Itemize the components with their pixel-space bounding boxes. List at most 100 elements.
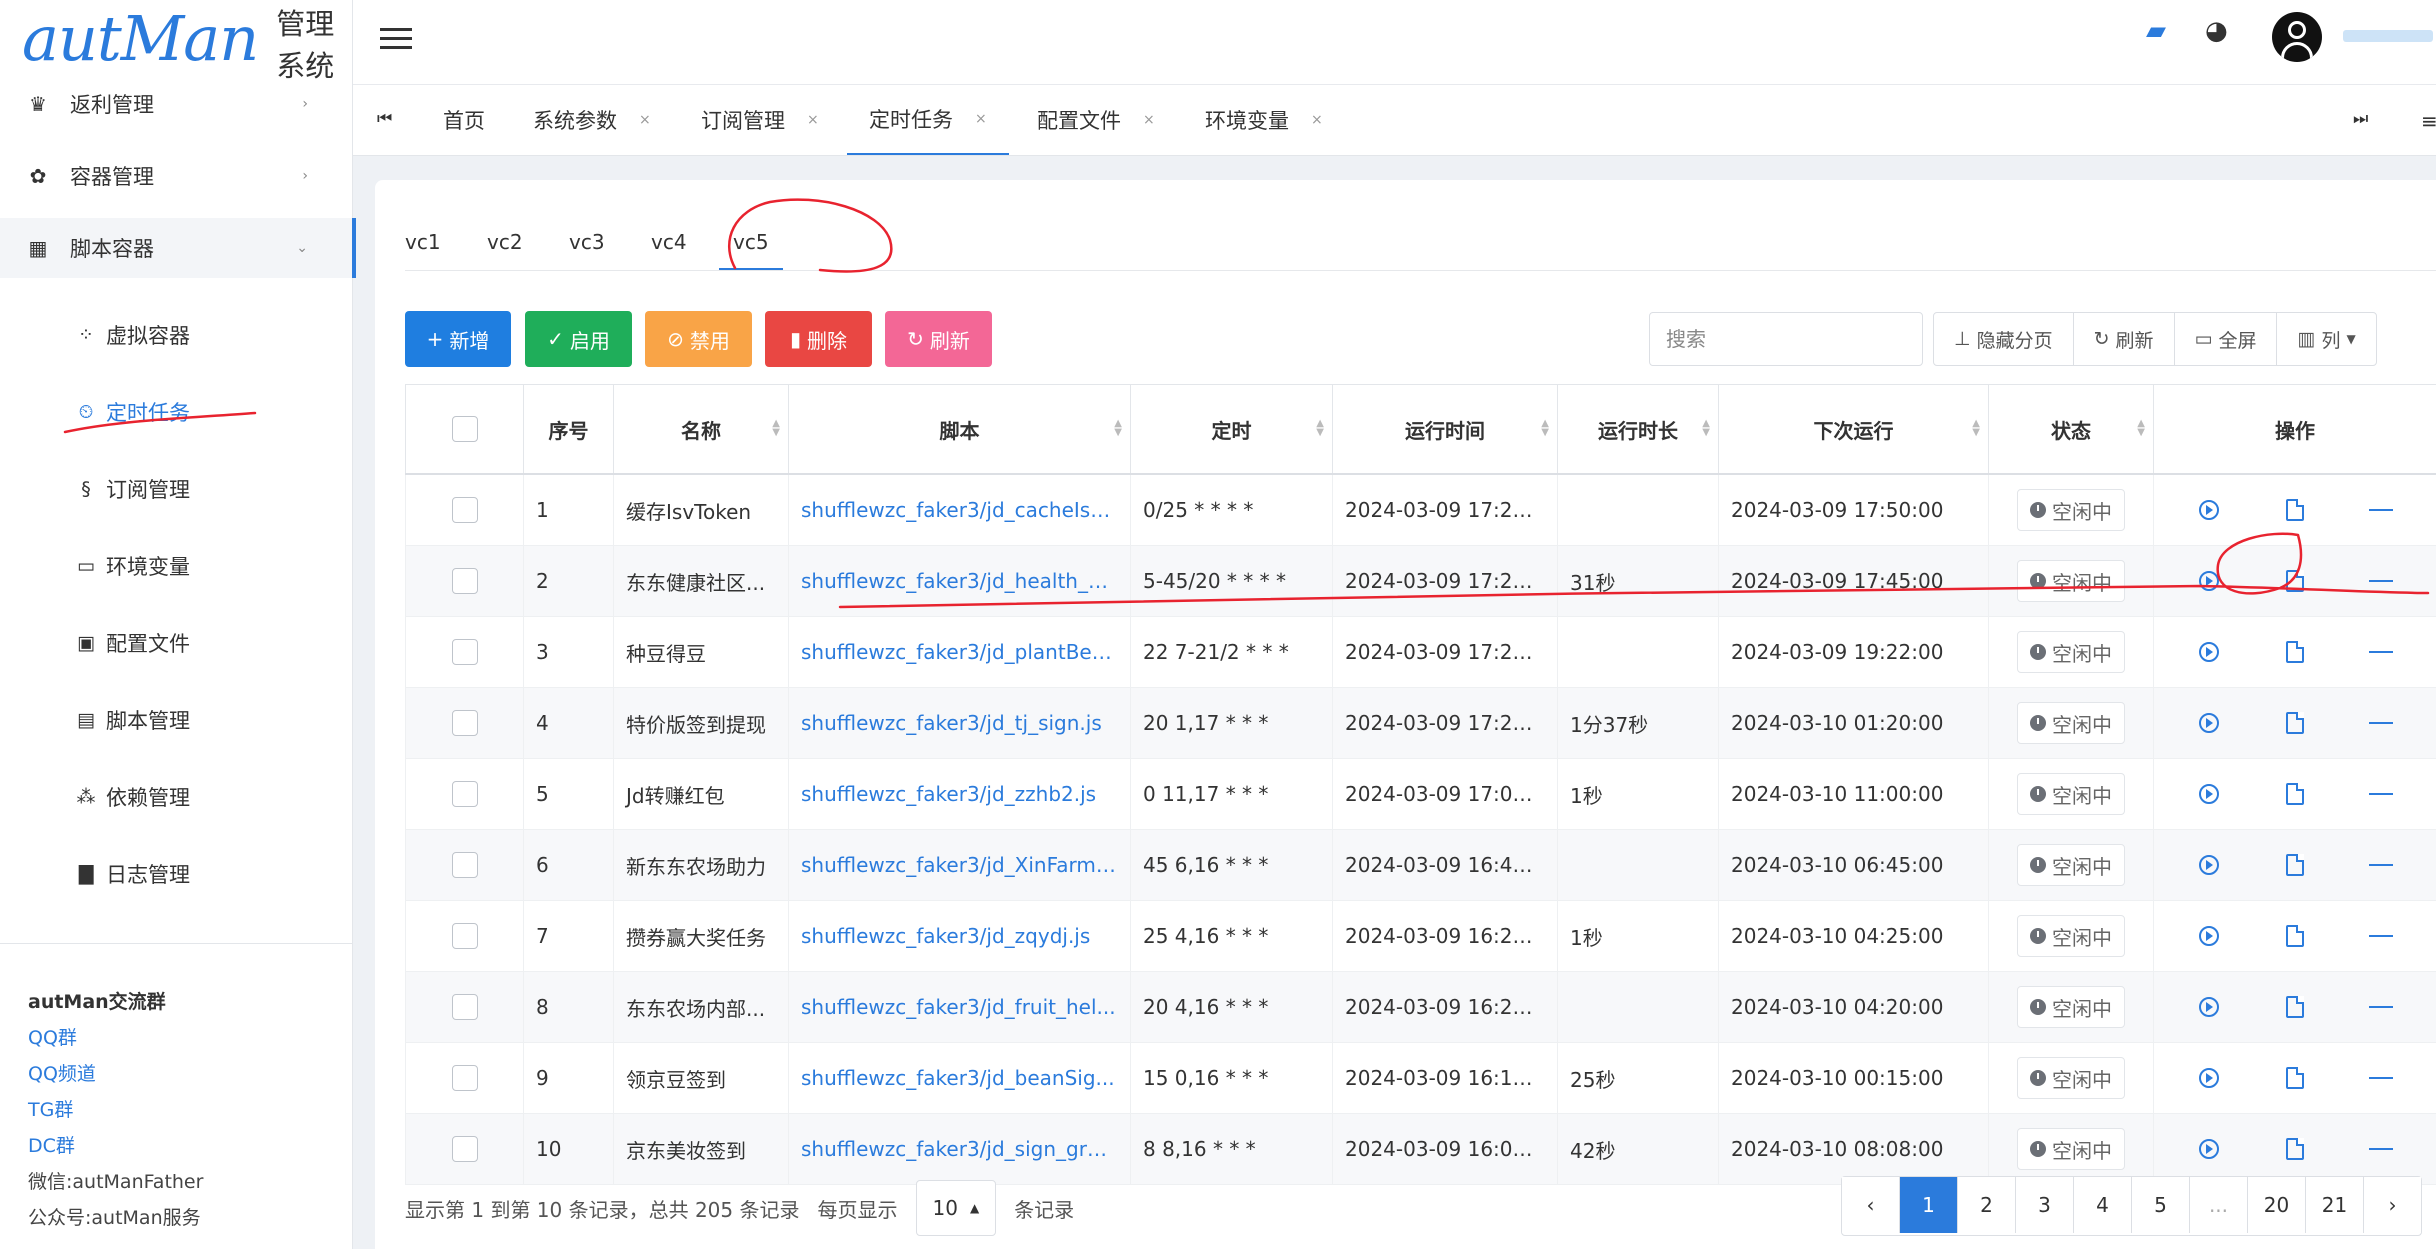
tab-vc1[interactable]: vc1 — [405, 230, 441, 254]
more-menu-button[interactable] — [2369, 861, 2393, 869]
more-menu-button[interactable] — [2369, 932, 2393, 940]
page-button[interactable]: 1 — [1900, 1177, 1958, 1233]
tab-menu-icon[interactable]: ≡ — [2421, 109, 2436, 133]
more-menu-button[interactable] — [2369, 1074, 2393, 1082]
enable-button[interactable]: ✓ 启用 — [525, 311, 632, 367]
header-next-run[interactable]: 下次运行 ▲ ▼ — [1718, 384, 1989, 475]
run-button[interactable] — [2197, 784, 2221, 804]
add-button[interactable]: + 新增 — [405, 311, 511, 367]
row-checkbox[interactable] — [451, 852, 478, 879]
row-checkbox[interactable] — [451, 994, 478, 1021]
run-button[interactable] — [2197, 997, 2221, 1017]
header-status[interactable]: 状态 ▲ ▼ — [1988, 384, 2154, 475]
row-checkbox[interactable] — [451, 639, 478, 666]
cell-script-link[interactable]: shufflewzc_faker3/jd_cacheIsv... — [788, 473, 1131, 546]
more-menu-button[interactable] — [2369, 1003, 2393, 1011]
tab-scheduled-tasks[interactable]: 定时任务 × — [847, 85, 1009, 155]
cell-script-link[interactable]: shufflewzc_faker3/jd_beanSig... — [788, 1042, 1131, 1114]
more-menu-button[interactable] — [2369, 719, 2393, 727]
tab-vc3[interactable]: vc3 — [569, 230, 605, 254]
row-checkbox[interactable] — [451, 781, 478, 808]
more-menu-button[interactable] — [2369, 790, 2393, 798]
prev-page-button[interactable]: ‹ — [1842, 1177, 1900, 1233]
submenu-logs[interactable]: ▇ 日志管理 — [74, 849, 190, 899]
header-script[interactable]: 脚本 ▲ ▼ — [788, 384, 1131, 475]
cell-script-link[interactable]: shufflewzc_faker3/jd_plantBea... — [788, 616, 1131, 688]
run-button[interactable] — [2197, 1139, 2221, 1159]
header-no[interactable]: 序号 — [523, 384, 614, 475]
submenu-subscriptions[interactable]: § 订阅管理 — [74, 464, 190, 514]
cell-script-link[interactable]: shufflewzc_faker3/jd_zqydj.js — [788, 900, 1131, 972]
view-file-button[interactable] — [2283, 1138, 2307, 1160]
cell-script-link[interactable]: shufflewzc_faker3/jd_sign_gra... — [788, 1113, 1131, 1185]
hamburger-menu-icon[interactable] — [380, 22, 412, 55]
first-tab-icon[interactable]: ⏮ — [377, 109, 392, 129]
tab-vc2[interactable]: vc2 — [487, 230, 523, 254]
close-icon[interactable]: × — [807, 112, 819, 128]
header-name[interactable]: 名称 ▲ ▼ — [613, 384, 789, 475]
row-checkbox[interactable] — [451, 497, 478, 524]
more-menu-button[interactable] — [2369, 1145, 2393, 1153]
disable-button[interactable]: ⊘ 禁用 — [645, 311, 752, 367]
last-tab-icon[interactable]: ⏭ — [2353, 109, 2368, 129]
search-input[interactable] — [1649, 312, 1923, 366]
view-file-button[interactable] — [2283, 570, 2307, 592]
view-file-button[interactable] — [2283, 1067, 2307, 1089]
header-cron[interactable]: 定时 ▲ ▼ — [1130, 384, 1333, 475]
submenu-env-vars[interactable]: ▭ 环境变量 — [74, 541, 190, 591]
run-button[interactable] — [2197, 855, 2221, 875]
hide-pagination-button[interactable]: ⊥ 隐藏分页 — [1934, 313, 2074, 365]
link-qq-group[interactable]: QQ群 — [0, 1020, 352, 1056]
delete-button[interactable]: ▮ 删除 — [765, 311, 872, 367]
more-menu-button[interactable] — [2369, 648, 2393, 656]
view-file-button[interactable] — [2283, 783, 2307, 805]
header-run-time[interactable]: 运行时间 ▲ ▼ — [1332, 384, 1558, 475]
header-duration[interactable]: 运行时长 ▲ ▼ — [1557, 384, 1719, 475]
cell-script-link[interactable]: shufflewzc_faker3/jd_health_c... — [788, 545, 1131, 617]
view-file-button[interactable] — [2283, 925, 2307, 947]
tab-vc4[interactable]: vc4 — [651, 230, 687, 254]
more-menu-button[interactable] — [2369, 506, 2393, 514]
close-icon[interactable]: × — [639, 112, 651, 128]
page-button[interactable]: 5 — [2132, 1177, 2190, 1233]
run-button[interactable] — [2197, 500, 2221, 520]
next-page-button[interactable]: › — [2364, 1177, 2421, 1233]
run-button[interactable] — [2197, 642, 2221, 662]
close-icon[interactable]: × — [1143, 112, 1155, 128]
row-checkbox[interactable] — [451, 568, 478, 595]
close-icon[interactable]: × — [1311, 112, 1323, 128]
run-button[interactable] — [2197, 926, 2221, 946]
view-file-button[interactable] — [2283, 854, 2307, 876]
cell-script-link[interactable]: shufflewzc_faker3/jd_XinFarm_... — [788, 829, 1131, 901]
table-refresh-button[interactable]: ↻ 刷新 — [2074, 313, 2175, 365]
submenu-config-files[interactable]: ▣ 配置文件 — [74, 618, 190, 668]
run-button[interactable] — [2197, 713, 2221, 733]
link-dc-group[interactable]: DC群 — [0, 1128, 352, 1164]
view-file-button[interactable] — [2283, 641, 2307, 663]
view-file-button[interactable] — [2283, 499, 2307, 521]
cell-script-link[interactable]: shufflewzc_faker3/jd_fruit_hel... — [788, 971, 1131, 1043]
page-button[interactable]: 3 — [2016, 1177, 2074, 1233]
tab-config-files[interactable]: 配置文件 × — [1037, 85, 1155, 155]
more-menu-button[interactable] — [2369, 577, 2393, 585]
row-checkbox[interactable] — [451, 1065, 478, 1092]
menu-item-container[interactable]: ✿ 容器管理 › — [0, 146, 352, 206]
menu-item-script-container[interactable]: ▦ 脚本容器 ⌄ — [0, 218, 356, 278]
select-all-checkbox[interactable] — [451, 416, 478, 443]
row-checkbox[interactable] — [451, 923, 478, 950]
palette-icon[interactable]: ◕ — [2205, 16, 2228, 46]
fullscreen-button[interactable]: ▭ 全屏 — [2175, 313, 2278, 365]
page-button[interactable]: 4 — [2074, 1177, 2132, 1233]
link-tg-group[interactable]: TG群 — [0, 1092, 352, 1128]
cell-script-link[interactable]: shufflewzc_faker3/jd_tj_sign.js — [788, 687, 1131, 759]
page-button[interactable]: 2 — [1958, 1177, 2016, 1233]
row-checkbox[interactable] — [451, 710, 478, 737]
page-button[interactable]: 20 — [2248, 1177, 2306, 1233]
link-qq-channel[interactable]: QQ频道 — [0, 1056, 352, 1092]
close-icon[interactable]: × — [975, 111, 987, 127]
submenu-scripts[interactable]: ▤ 脚本管理 — [74, 695, 190, 745]
run-button[interactable] — [2197, 571, 2221, 591]
tab-system-params[interactable]: 系统参数 × — [533, 85, 651, 155]
view-file-button[interactable] — [2283, 996, 2307, 1018]
avatar[interactable] — [2272, 12, 2322, 62]
